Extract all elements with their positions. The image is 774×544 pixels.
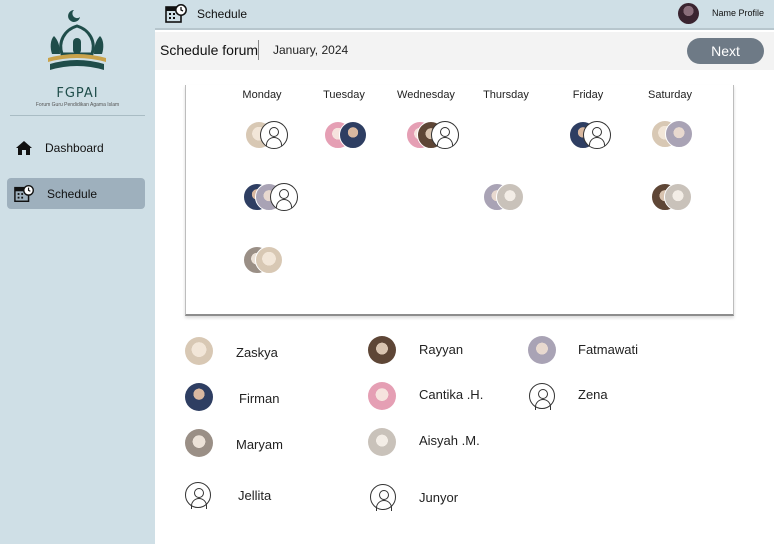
logo-subtitle: Forum Guru Pendidikan Agama Islam bbox=[35, 102, 120, 108]
user-placeholder-icon bbox=[529, 383, 555, 410]
page-title: Schedule bbox=[197, 7, 248, 21]
day-header-monday: Monday bbox=[242, 89, 282, 101]
member-name: Maryam bbox=[236, 437, 283, 452]
schedule-slot-wednesday-1[interactable] bbox=[406, 121, 460, 149]
sidebar: FGPAI Forum Guru Pendidikan Agama Islam … bbox=[0, 0, 155, 544]
member-name: Zaskya bbox=[236, 345, 278, 360]
profile-name-link[interactable]: Name Profile bbox=[712, 8, 764, 18]
sidebar-divider bbox=[10, 115, 145, 116]
avatar bbox=[255, 246, 283, 274]
sidebar-item-label: Dashboard bbox=[45, 140, 104, 155]
avatar bbox=[368, 382, 396, 410]
member-name: Fatmawati bbox=[578, 342, 638, 357]
schedule-slot-saturday-2[interactable] bbox=[651, 183, 695, 211]
schedule-board: Monday Tuesday Wednesday Thursday Friday… bbox=[185, 85, 734, 316]
topbar: Schedule Name Profile bbox=[155, 0, 774, 30]
member-item-zaskya[interactable]: Zaskya bbox=[185, 336, 305, 366]
schedule-forum-title: Schedule forum bbox=[160, 42, 259, 58]
member-name: Cantika .H. bbox=[419, 387, 484, 402]
day-header-thursday: Thursday bbox=[483, 89, 529, 101]
member-item-maryam[interactable]: Maryam bbox=[185, 428, 305, 458]
calendar-clock-icon bbox=[14, 184, 34, 204]
logo-title: FGPAI bbox=[56, 86, 99, 101]
sidebar-item-dashboard[interactable]: Dashboard bbox=[7, 132, 145, 163]
next-button[interactable]: Next bbox=[687, 38, 764, 64]
avatar bbox=[185, 429, 213, 457]
schedule-slot-saturday-1[interactable] bbox=[651, 120, 695, 148]
user-placeholder-icon bbox=[370, 484, 396, 511]
fgpai-logo: FGPAI Forum Guru Pendidikan Agama Islam bbox=[0, 4, 155, 114]
day-header-wednesday: Wednesday bbox=[397, 89, 455, 101]
schedule-slot-monday-2[interactable] bbox=[243, 183, 298, 211]
day-header-friday: Friday bbox=[572, 89, 604, 101]
home-icon bbox=[14, 138, 34, 158]
day-header-tuesday: Tuesday bbox=[323, 89, 365, 101]
schedule-slot-monday-1[interactable] bbox=[245, 121, 289, 149]
current-month-label: January, 2024 bbox=[273, 43, 349, 57]
member-item-rayyan[interactable]: Rayyan bbox=[368, 335, 498, 365]
schedule-slot-thursday-2[interactable] bbox=[483, 183, 527, 211]
member-name: Junyor bbox=[419, 490, 459, 505]
avatar-placeholder-icon bbox=[260, 121, 288, 149]
schedule-slot-friday-1[interactable] bbox=[569, 121, 613, 149]
avatar-placeholder-icon bbox=[270, 183, 298, 211]
member-name: Rayyan bbox=[419, 342, 464, 357]
avatar bbox=[339, 121, 367, 149]
member-name: Aisyah .M. bbox=[419, 433, 480, 448]
user-placeholder-icon bbox=[185, 482, 211, 509]
member-item-zena[interactable]: Zena bbox=[529, 381, 659, 411]
avatar bbox=[185, 337, 213, 365]
avatar bbox=[664, 183, 692, 211]
sidebar-item-label: Schedule bbox=[47, 186, 98, 201]
member-item-cantika[interactable]: Cantika .H. bbox=[368, 381, 498, 411]
mosque-logo-icon bbox=[48, 10, 106, 70]
avatar-placeholder-icon bbox=[583, 121, 611, 149]
avatar bbox=[528, 336, 556, 364]
sidebar-item-schedule[interactable]: Schedule bbox=[7, 178, 145, 209]
schedule-slot-monday-3[interactable] bbox=[243, 246, 287, 274]
app-root: FGPAI Forum Guru Pendidikan Agama Islam … bbox=[0, 0, 774, 544]
avatar bbox=[665, 120, 693, 148]
avatar bbox=[368, 428, 396, 456]
avatar-placeholder-icon bbox=[431, 121, 459, 149]
avatar bbox=[496, 183, 524, 211]
member-item-firman[interactable]: Firman bbox=[185, 382, 305, 412]
member-item-junyor[interactable]: Junyor bbox=[370, 482, 500, 512]
day-header-saturday: Saturday bbox=[647, 89, 693, 101]
schedule-slot-tuesday-1[interactable] bbox=[324, 121, 368, 149]
member-item-jellita[interactable]: Jellita bbox=[185, 480, 305, 510]
member-name: Firman bbox=[239, 391, 280, 406]
avatar bbox=[185, 383, 213, 411]
header-divider bbox=[258, 40, 259, 60]
avatar bbox=[368, 336, 396, 364]
member-name: Zena bbox=[578, 387, 608, 402]
schedule-header: Schedule forum January, 2024 Next bbox=[155, 32, 774, 70]
member-item-aisyah[interactable]: Aisyah .M. bbox=[368, 427, 498, 457]
member-item-fatmawati[interactable]: Fatmawati bbox=[528, 335, 658, 365]
profile-avatar[interactable] bbox=[678, 3, 699, 24]
calendar-clock-icon bbox=[165, 3, 187, 30]
member-name: Jellita bbox=[238, 488, 272, 503]
